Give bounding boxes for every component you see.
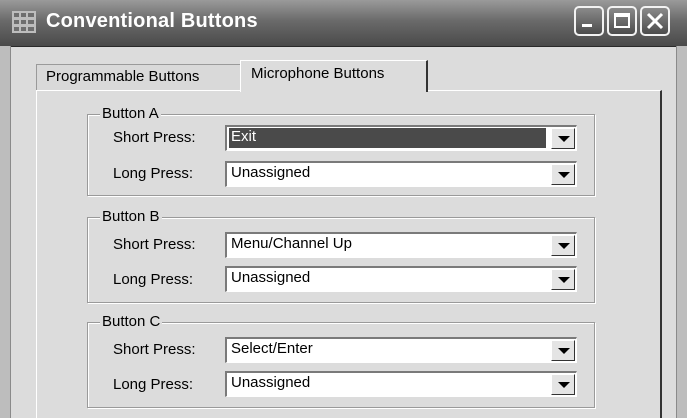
dropdown-button[interactable] [551, 374, 575, 395]
dropdown-button[interactable] [551, 128, 575, 149]
short-press-label: Short Press: [113, 236, 196, 253]
dropdown-button[interactable] [551, 269, 575, 290]
button-a-long-press-select[interactable]: Unassigned [225, 161, 577, 187]
minimize-icon [582, 24, 592, 27]
chevron-down-icon [558, 382, 570, 388]
long-press-label: Long Press: [113, 376, 194, 393]
button-a-short-press-select[interactable]: Exit [225, 125, 577, 151]
group-button-b: Button B Short Press: Menu/Channel Up Lo… [87, 208, 595, 303]
combo-value: Exit [229, 128, 546, 148]
chevron-down-icon [558, 243, 570, 249]
minimize-button[interactable] [574, 6, 604, 36]
tab-microphone-buttons[interactable]: Microphone Buttons [240, 60, 428, 92]
combo-value: Unassigned [231, 164, 311, 181]
chevron-down-icon [558, 348, 570, 354]
dropdown-button[interactable] [551, 340, 575, 361]
grid-app-icon [12, 11, 36, 33]
chevron-down-icon [558, 172, 570, 178]
window-frame-right [676, 46, 687, 418]
dropdown-button[interactable] [551, 164, 575, 185]
button-b-long-press-select[interactable]: Unassigned [225, 266, 577, 292]
long-press-label: Long Press: [113, 271, 194, 288]
maximize-icon [614, 13, 630, 28]
close-icon [646, 12, 664, 30]
button-c-long-press-select[interactable]: Unassigned [225, 371, 577, 397]
tab-programmable-buttons[interactable]: Programmable Buttons [36, 64, 241, 90]
tab-label: Programmable Buttons [46, 68, 200, 85]
group-button-c: Button C Short Press: Select/Enter Long … [87, 313, 595, 408]
title-bar[interactable]: Conventional Buttons [0, 0, 687, 47]
window-title: Conventional Buttons [46, 10, 258, 32]
short-press-label: Short Press: [113, 341, 196, 358]
short-press-label: Short Press: [113, 129, 196, 146]
group-legend: Button A [100, 105, 161, 122]
combo-value: Menu/Channel Up [231, 235, 352, 252]
combo-value: Select/Enter [231, 340, 313, 357]
group-button-a: Button A Short Press: Exit Long Press: U… [87, 105, 595, 196]
group-legend: Button B [100, 208, 162, 225]
button-c-short-press-select[interactable]: Select/Enter [225, 337, 577, 363]
group-legend: Button C [100, 313, 163, 330]
maximize-button[interactable] [607, 6, 637, 36]
combo-value: Unassigned [231, 269, 311, 286]
long-press-label: Long Press: [113, 165, 194, 182]
button-b-short-press-select[interactable]: Menu/Channel Up [225, 232, 577, 258]
combo-value: Unassigned [231, 374, 311, 391]
dialog-window: Conventional Buttons Programmable Button… [0, 0, 687, 418]
window-frame-left [0, 46, 11, 418]
dropdown-button[interactable] [551, 235, 575, 256]
close-button[interactable] [640, 6, 670, 36]
tab-label: Microphone Buttons [251, 65, 385, 82]
chevron-down-icon [558, 277, 570, 283]
chevron-down-icon [558, 136, 570, 142]
